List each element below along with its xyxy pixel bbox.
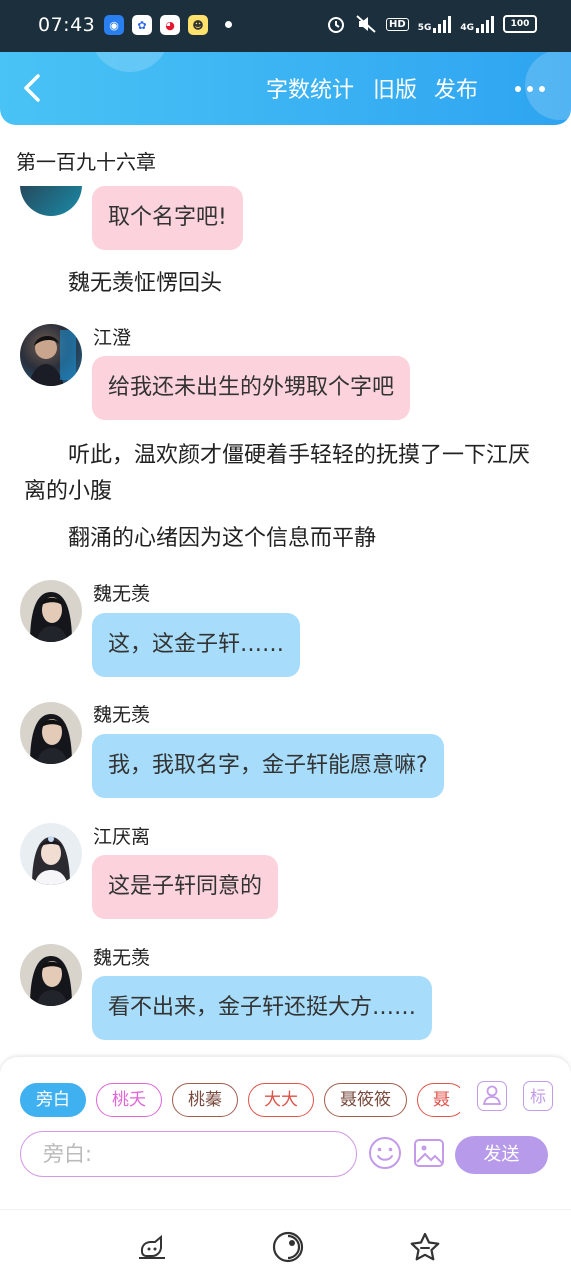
speaker-name: 江澄: [93, 327, 132, 349]
message-bubble[interactable]: 这，这金子轩……: [92, 613, 301, 677]
role-chip-narrator[interactable]: 旁白: [20, 1083, 86, 1117]
narration-text[interactable]: 翻涌的心绪因为这个信息而平静: [24, 521, 544, 557]
signal-5g-icon: 5G: [418, 15, 452, 33]
speaker-name: 魏无羡: [93, 704, 151, 726]
word-count-button[interactable]: 字数统计: [266, 72, 354, 104]
mark-button[interactable]: 标: [523, 1081, 553, 1111]
send-button[interactable]: 发送: [455, 1136, 548, 1174]
editor-panel: 旁白 桃夭 桃蓁 大大 聂筱筱聂 标 旁白: 发送: [0, 1057, 571, 1209]
discover-icon[interactable]: [271, 1230, 305, 1264]
baidu-notification-icon: ✿: [132, 15, 152, 35]
hd-icon: HD: [386, 17, 409, 31]
speaker-name: 魏无羡: [93, 947, 151, 969]
favorites-icon[interactable]: [408, 1230, 442, 1264]
weibo-notification-icon: ◕: [160, 15, 180, 35]
top-app-bar: 字数统计 旧版 发布: [0, 52, 571, 125]
avatar[interactable]: [20, 324, 82, 386]
more-options-icon[interactable]: [515, 86, 545, 92]
speaker-name: 魏无羡: [93, 583, 151, 605]
message-bubble[interactable]: 取个名字吧!: [92, 186, 243, 250]
role-chip[interactable]: 聂: [417, 1083, 460, 1117]
narration-text[interactable]: 魏无羡怔愣回头: [24, 266, 544, 302]
role-chip[interactable]: 大大: [248, 1083, 314, 1117]
emoji-icon[interactable]: [367, 1135, 403, 1171]
app-notification-icon: ◉: [104, 15, 124, 35]
speaker-name: 江厌离: [93, 826, 151, 848]
chapter-title: 第一百九十六章: [16, 150, 156, 174]
header-decoration: [90, 52, 170, 72]
message-bubble[interactable]: 这是子轩同意的: [92, 855, 279, 919]
status-right: HD 5G 4G 100: [326, 14, 537, 34]
battery-icon: 100: [503, 15, 537, 33]
status-bar: 07:43 ◉ ✿ ◕ ☻ HD 5G 4G 100: [0, 0, 571, 52]
back-button[interactable]: [18, 72, 48, 104]
avatar[interactable]: [20, 186, 82, 216]
role-chip[interactable]: 桃夭: [96, 1083, 162, 1117]
role-chip[interactable]: 桃蓁: [172, 1083, 238, 1117]
writing-icon[interactable]: [136, 1230, 168, 1262]
avatar[interactable]: [20, 944, 82, 1006]
avatar[interactable]: [20, 823, 82, 885]
signal-4g-icon: 4G: [460, 15, 494, 33]
role-chip[interactable]: 聂筱筱: [324, 1083, 407, 1117]
mute-icon: [356, 15, 376, 33]
add-role-icon[interactable]: [477, 1081, 507, 1111]
status-time: 07:43: [38, 14, 96, 36]
alarm-icon: [328, 17, 345, 33]
image-icon[interactable]: [412, 1136, 446, 1170]
text-input[interactable]: 旁白:: [20, 1131, 357, 1177]
bottom-navigation: [0, 1209, 571, 1281]
message-bubble[interactable]: 我，我取名字，金子轩能愿意嘛?: [92, 734, 444, 798]
qq-notification-icon: ☻: [188, 15, 208, 35]
message-bubble[interactable]: 给我还未出生的外甥取个字吧: [92, 356, 411, 420]
avatar[interactable]: [20, 702, 82, 764]
story-content[interactable]: 取个名字吧! 魏无羡怔愣回头 江澄 给我还未出生的外甥取个字吧 听此，温欢颜才僵…: [0, 186, 571, 1056]
old-version-button[interactable]: 旧版: [373, 72, 417, 104]
more-notifications-icon: [225, 21, 232, 28]
message-bubble[interactable]: 看不出来，金子轩还挺大方……: [92, 976, 433, 1040]
narration-text[interactable]: 听此，温欢颜才僵硬着手轻轻的抚摸了一下江厌离的小腹: [24, 438, 544, 510]
notification-icons: ◉ ✿ ◕ ☻: [104, 15, 208, 35]
publish-button[interactable]: 发布: [434, 72, 478, 104]
avatar[interactable]: [20, 580, 82, 642]
role-selector[interactable]: 旁白 桃夭 桃蓁 大大 聂筱筱聂: [20, 1083, 460, 1119]
